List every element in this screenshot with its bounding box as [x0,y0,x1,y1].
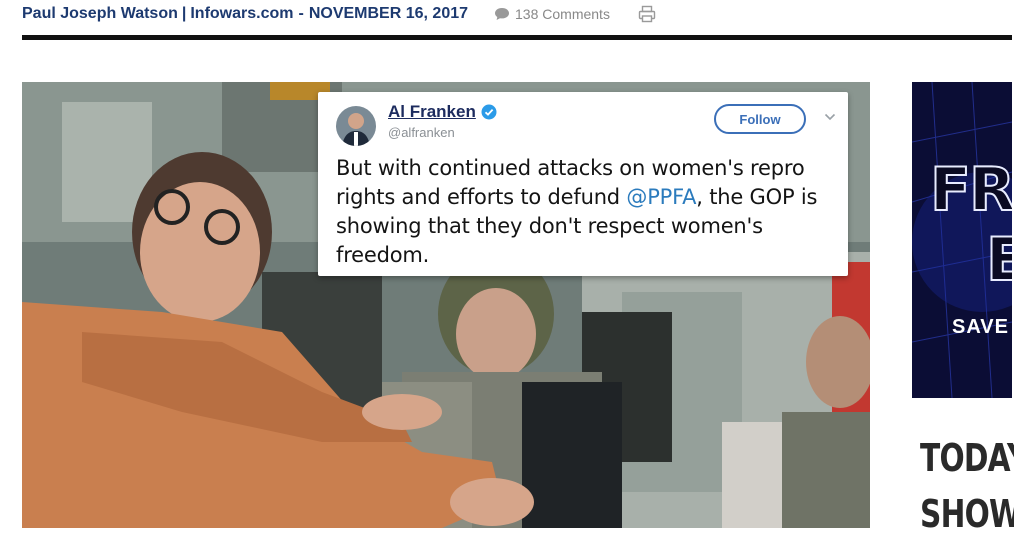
embedded-tweet: Al Franken @alfranken Follow But with co… [318,92,848,276]
article-byline: Paul Joseph Watson | Infowars.com - NOVE… [22,2,656,26]
sidebar-ad[interactable]: FRE E SAVE [912,82,1012,398]
speech-bubble-icon [495,8,510,20]
comments-link[interactable]: 138 Comments [494,6,610,22]
tweet-mention-link[interactable]: @PPFA [626,185,696,209]
site-name: Infowars.com [190,5,294,22]
ad-headline-1: FRE [929,155,1012,225]
verified-badge-icon [481,104,497,120]
tweet-author-row: Al Franken [388,102,497,122]
tweet-author-name[interactable]: Al Franken [388,102,476,122]
publish-date: NOVEMBER 16, 2017 [308,5,469,22]
tweet-handle[interactable]: @alfranken [388,125,455,140]
printer-icon[interactable] [638,5,656,23]
follow-button[interactable]: Follow [714,104,806,134]
ad-headline-2: E [985,225,1012,295]
byline-separator: | [181,5,187,22]
byline-dash: - [298,5,304,22]
avatar[interactable] [336,106,376,146]
sidebar-heading[interactable]: TODAY SHOW [920,430,1014,542]
header-divider [22,35,1012,40]
tweet-text: But with continued attacks on women's re… [336,154,836,270]
author-link[interactable]: Paul Joseph Watson [22,5,178,23]
chevron-down-icon[interactable] [824,112,836,122]
ad-save-text: SAVE [952,316,1009,338]
sidebar-heading-line1: TODAY [920,436,1014,480]
comments-count: 138 Comments [515,6,610,22]
